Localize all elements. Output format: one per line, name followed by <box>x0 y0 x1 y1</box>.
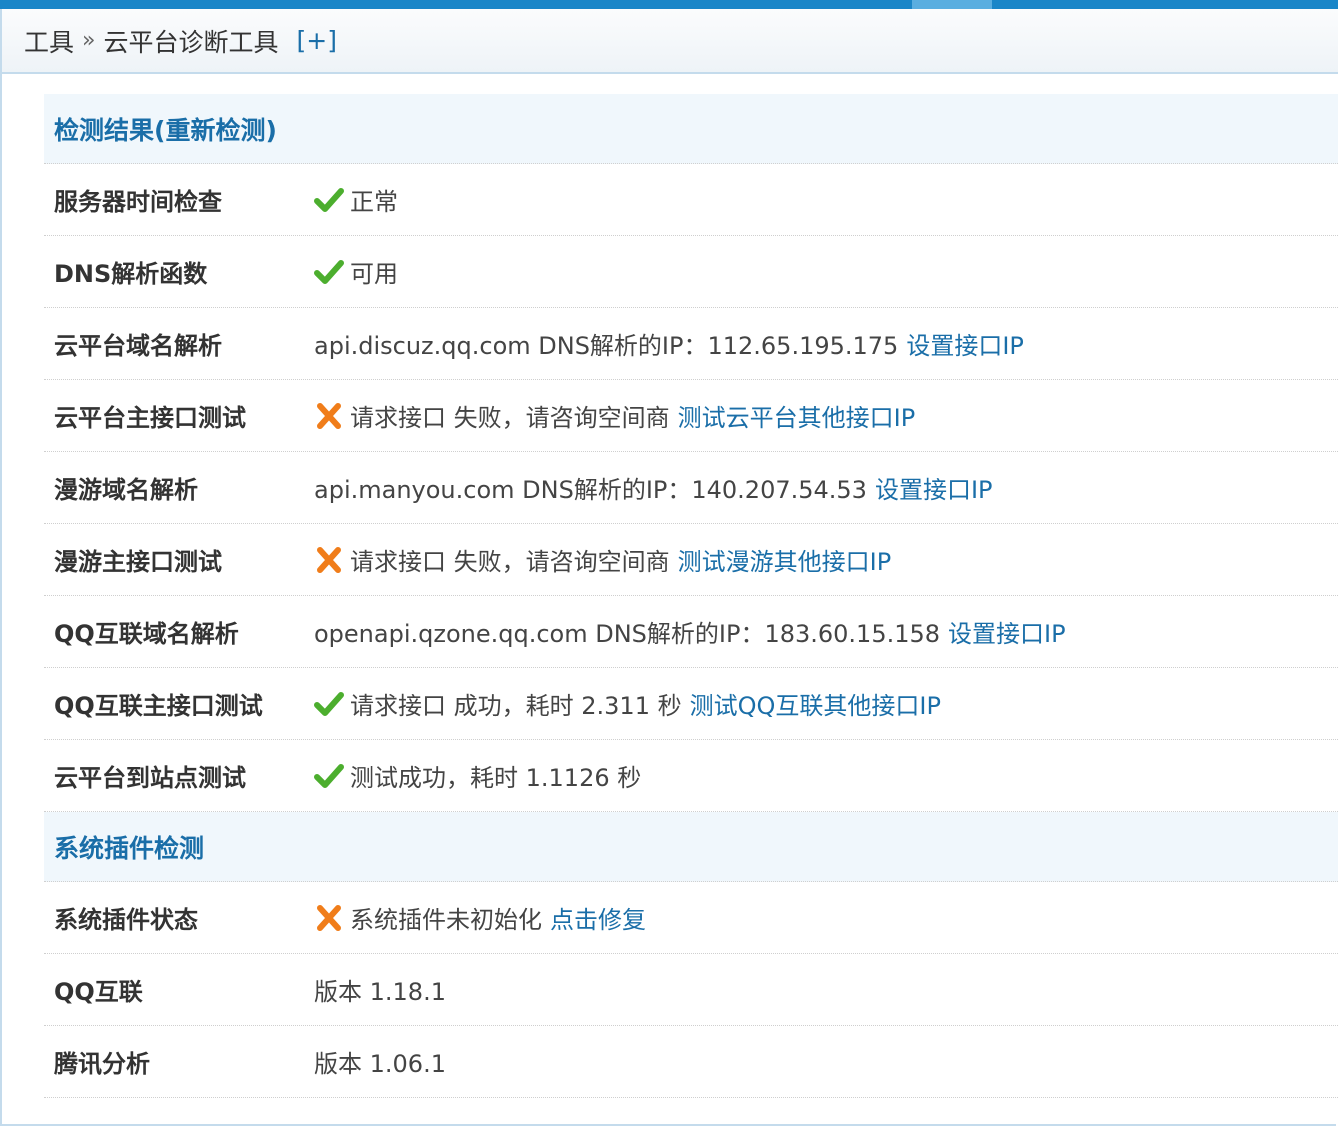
row-value: 测试成功，耗时 1.1126 秒 <box>314 758 649 793</box>
row-label: QQ互联域名解析 <box>54 620 239 648</box>
table-row: 漫游域名解析 api.manyou.com DNS解析的IP：140.207.54… <box>44 452 1338 524</box>
checkmark-icon <box>314 763 344 789</box>
row-value: api.discuz.qq.com DNS解析的IP：112.65.195.17… <box>314 326 1024 361</box>
breadcrumb: 工具 » 云平台诊断工具 [+] <box>2 9 1338 74</box>
row-value-text: 可用 <box>350 260 398 288</box>
table-row: 系统插件状态 系统插件未初始化 点击修复 <box>44 882 1338 954</box>
row-action-link[interactable]: 测试QQ互联其他接口IP <box>690 686 941 721</box>
row-value: 请求接口 失败，请咨询空间商 测试云平台其他接口IP <box>314 398 915 433</box>
row-label: 漫游主接口测试 <box>54 548 222 576</box>
recheck-link[interactable]: (重新检测) <box>154 111 277 147</box>
row-action-link[interactable]: 点击修复 <box>550 900 646 935</box>
row-label: 系统插件状态 <box>54 906 198 934</box>
row-value: 版本 1.18.1 <box>314 972 454 1007</box>
row-label: 腾讯分析 <box>54 1050 150 1078</box>
diagnostic-table: 检测结果 (重新检测) 服务器时间检查 正常 DNS解析函数 可用云平台域名解析 api.d… <box>44 94 1338 1098</box>
breadcrumb-parent[interactable]: 工具 <box>2 23 74 59</box>
table-row: 漫游主接口测试 请求接口 失败，请咨询空间商 测试漫游其他接口IP <box>44 524 1338 596</box>
row-value-text: 正常 <box>350 188 398 216</box>
row-value-text: api.manyou.com DNS解析的IP：140.207.54.53 <box>314 476 867 504</box>
table-row: 服务器时间检查 正常 <box>44 164 1338 236</box>
row-value-text: openapi.qzone.qq.com DNS解析的IP：183.60.15.… <box>314 620 941 648</box>
table-row: 云平台主接口测试 请求接口 失败，请咨询空间商 测试云平台其他接口IP <box>44 380 1338 452</box>
row-label: DNS解析函数 <box>54 260 208 288</box>
cross-icon <box>314 402 344 429</box>
row-value-text: 请求接口 成功，耗时 2.311 秒 <box>350 692 682 720</box>
row-label: 云平台域名解析 <box>54 332 222 360</box>
table-row: QQ互联 版本 1.18.1 <box>44 954 1338 1026</box>
row-label: QQ互联主接口测试 <box>54 692 263 720</box>
table-row: 腾讯分析 版本 1.06.1 <box>44 1026 1338 1098</box>
row-value-text: 测试成功，耗时 1.1126 秒 <box>350 764 642 792</box>
row-action-link[interactable]: 设置接口IP <box>875 470 993 505</box>
row-value-text: api.discuz.qq.com DNS解析的IP：112.65.195.17… <box>314 332 899 360</box>
row-value: 可用 <box>314 254 406 289</box>
table-row: QQ互联域名解析 openapi.qzone.qq.com DNS解析的IP：18… <box>44 596 1338 668</box>
row-label: 云平台到站点测试 <box>54 764 246 792</box>
add-shortcut-link[interactable]: [+] <box>297 26 337 55</box>
top-bar-segment <box>912 0 992 9</box>
row-label: QQ互联 <box>54 978 143 1006</box>
checkmark-icon <box>314 691 344 717</box>
top-bar <box>0 0 1338 9</box>
row-action-link[interactable]: 测试云平台其他接口IP <box>678 398 916 433</box>
section-title: 检测结果 <box>54 115 155 145</box>
row-action-link[interactable]: 设置接口IP <box>948 614 1066 649</box>
row-value: 请求接口 成功，耗时 2.311 秒测试QQ互联其他接口IP <box>314 686 941 721</box>
row-value: 系统插件未初始化 点击修复 <box>314 900 646 935</box>
row-value-text: 请求接口 失败，请咨询空间商 <box>350 548 670 576</box>
checkmark-icon <box>314 259 344 285</box>
section-header: 检测结果 (重新检测) <box>44 94 1338 164</box>
table-row: QQ互联主接口测试 请求接口 成功，耗时 2.311 秒测试QQ互联其他接口IP <box>44 668 1338 740</box>
table-row: 云平台到站点测试 测试成功，耗时 1.1126 秒 <box>44 740 1338 812</box>
checkmark-icon <box>314 187 344 213</box>
row-value: api.manyou.com DNS解析的IP：140.207.54.53 设置接… <box>314 470 993 505</box>
row-value-text: 版本 1.06.1 <box>314 1050 446 1078</box>
section-header: 系统插件检测 <box>44 812 1338 882</box>
cross-icon <box>314 904 344 931</box>
cross-icon <box>314 546 344 573</box>
row-action-link[interactable]: 设置接口IP <box>906 326 1024 361</box>
row-value: 请求接口 失败，请咨询空间商 测试漫游其他接口IP <box>314 542 891 577</box>
table-row: 云平台域名解析 api.discuz.qq.com DNS解析的IP：112.65… <box>44 308 1338 380</box>
section-title: 系统插件检测 <box>54 833 205 863</box>
row-value: 版本 1.06.1 <box>314 1044 454 1079</box>
row-label: 云平台主接口测试 <box>54 404 246 432</box>
breadcrumb-current: 云平台诊断工具 <box>103 27 279 57</box>
row-value-text: 请求接口 失败，请咨询空间商 <box>350 404 670 432</box>
row-label: 漫游域名解析 <box>54 476 198 504</box>
row-value: 正常 <box>314 182 406 217</box>
row-label: 服务器时间检查 <box>54 188 222 216</box>
row-value-text: 版本 1.18.1 <box>314 978 446 1006</box>
row-action-link[interactable]: 测试漫游其他接口IP <box>678 542 892 577</box>
row-value: openapi.qzone.qq.com DNS解析的IP：183.60.15.… <box>314 614 1066 649</box>
row-value-text: 系统插件未初始化 <box>350 906 542 934</box>
breadcrumb-separator: » <box>82 28 96 53</box>
table-row: DNS解析函数 可用 <box>44 236 1338 308</box>
